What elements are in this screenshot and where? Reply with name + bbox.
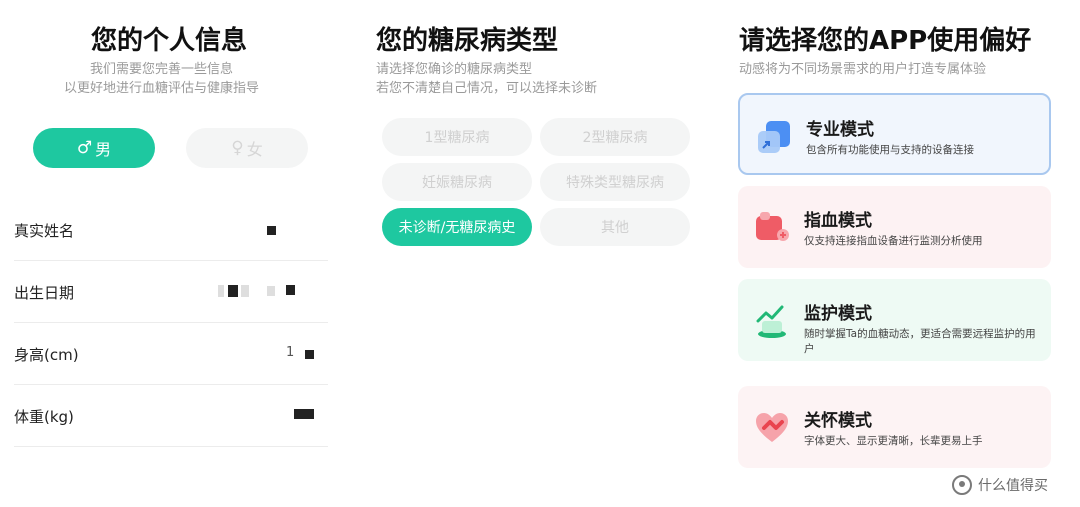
diabetes-type-subtitle-1: 请选择您确诊的糖尿病类型 (376, 62, 533, 77)
diabetes-type-subtitle-2: 若您不清楚自己情况，可以选择未诊断 (376, 81, 598, 96)
field-row-weight[interactable]: 体重(kg) (14, 385, 328, 447)
mode-card-monitor[interactable]: 监护模式 随时掌握Ta的血糖动态，更适合需要远程监护的用户 (738, 279, 1051, 361)
diabetes-type-title: 您的糖尿病类型 (376, 26, 559, 56)
watermark-logo-icon (952, 475, 972, 495)
mode-title-professional: 专业模式 (806, 120, 874, 140)
mode-card-professional[interactable]: 专业模式 包含所有功能使用与支持的设备连接 (738, 93, 1051, 175)
option-special-type[interactable]: 特殊类型糖尿病 (540, 163, 690, 201)
field-row-birthdate[interactable]: 出生日期 (14, 261, 328, 323)
redacted-value (305, 350, 314, 359)
care-icon (756, 413, 788, 442)
mode-title-monitor: 监护模式 (804, 304, 872, 324)
field-label-weight: 体重(kg) (14, 408, 74, 426)
gender-male-button[interactable]: ♂ 男 (33, 128, 155, 168)
redacted-value (228, 285, 238, 297)
finger-blood-icon (756, 212, 789, 241)
field-label-name: 真实姓名 (14, 222, 75, 240)
field-row-name[interactable]: 真实姓名 (14, 199, 328, 261)
personal-info-subtitle-2: 以更好地进行血糖评估与健康指导 (64, 81, 260, 96)
monitor-icon (756, 305, 786, 338)
field-label-birthdate: 出生日期 (14, 284, 75, 302)
mode-desc-finger-blood: 仅支持连接指血设备进行监测分析使用 (804, 235, 983, 247)
gender-female-button[interactable]: ♀ 女 (186, 128, 308, 168)
mode-desc-monitor: 随时掌握Ta的血糖动态，更适合需要远程监护的用户 (804, 328, 1036, 355)
redacted-value (267, 286, 275, 296)
mode-title-care: 关怀模式 (804, 411, 872, 431)
height-value: 1 (286, 345, 295, 360)
watermark: 什么值得买 (952, 474, 1048, 496)
gender-female-label: 女 (246, 140, 263, 159)
mode-desc-care: 字体更大、显示更清晰，长辈更易上手 (804, 435, 983, 447)
option-undiagnosed[interactable]: 未诊断/无糖尿病史 (382, 208, 532, 246)
option-type1[interactable]: 1型糖尿病 (382, 118, 532, 156)
field-row-height[interactable]: 身高(cm) 1 (14, 323, 328, 385)
redacted-value (241, 285, 249, 297)
option-gestational[interactable]: 妊娠糖尿病 (382, 163, 532, 201)
field-label-height: 身高(cm) (14, 346, 79, 364)
female-icon: ♀ (231, 138, 244, 158)
mode-card-care[interactable]: 关怀模式 字体更大、显示更清晰，长辈更易上手 (738, 386, 1051, 468)
mode-desc-professional: 包含所有功能使用与支持的设备连接 (806, 144, 974, 156)
personal-info-subtitle-1: 我们需要您完善一些信息 (90, 62, 234, 77)
redacted-value (294, 409, 314, 419)
professional-icon (758, 121, 790, 153)
option-other[interactable]: 其他 (540, 208, 690, 246)
male-icon: ♂ (76, 138, 93, 158)
redacted-value (218, 285, 224, 297)
personal-info-title: 您的个人信息 (91, 26, 248, 56)
preference-title: 请选择您的APP使用偏好 (739, 26, 1032, 56)
preference-subtitle: 动感将为不同场景需求的用户打造专属体验 (739, 62, 987, 77)
watermark-text: 什么值得买 (978, 478, 1048, 494)
redacted-value (286, 285, 295, 295)
gender-male-label: 男 (95, 140, 112, 159)
option-type2[interactable]: 2型糖尿病 (540, 118, 690, 156)
mode-title-finger-blood: 指血模式 (804, 211, 872, 231)
mode-card-finger-blood[interactable]: 指血模式 仅支持连接指血设备进行监测分析使用 (738, 186, 1051, 268)
personal-info-panel: 您的个人信息 我们需要您完善一些信息 以更好地进行血糖评估与健康指导 ♂ 男 ♀… (0, 0, 340, 507)
redacted-value (267, 226, 276, 235)
